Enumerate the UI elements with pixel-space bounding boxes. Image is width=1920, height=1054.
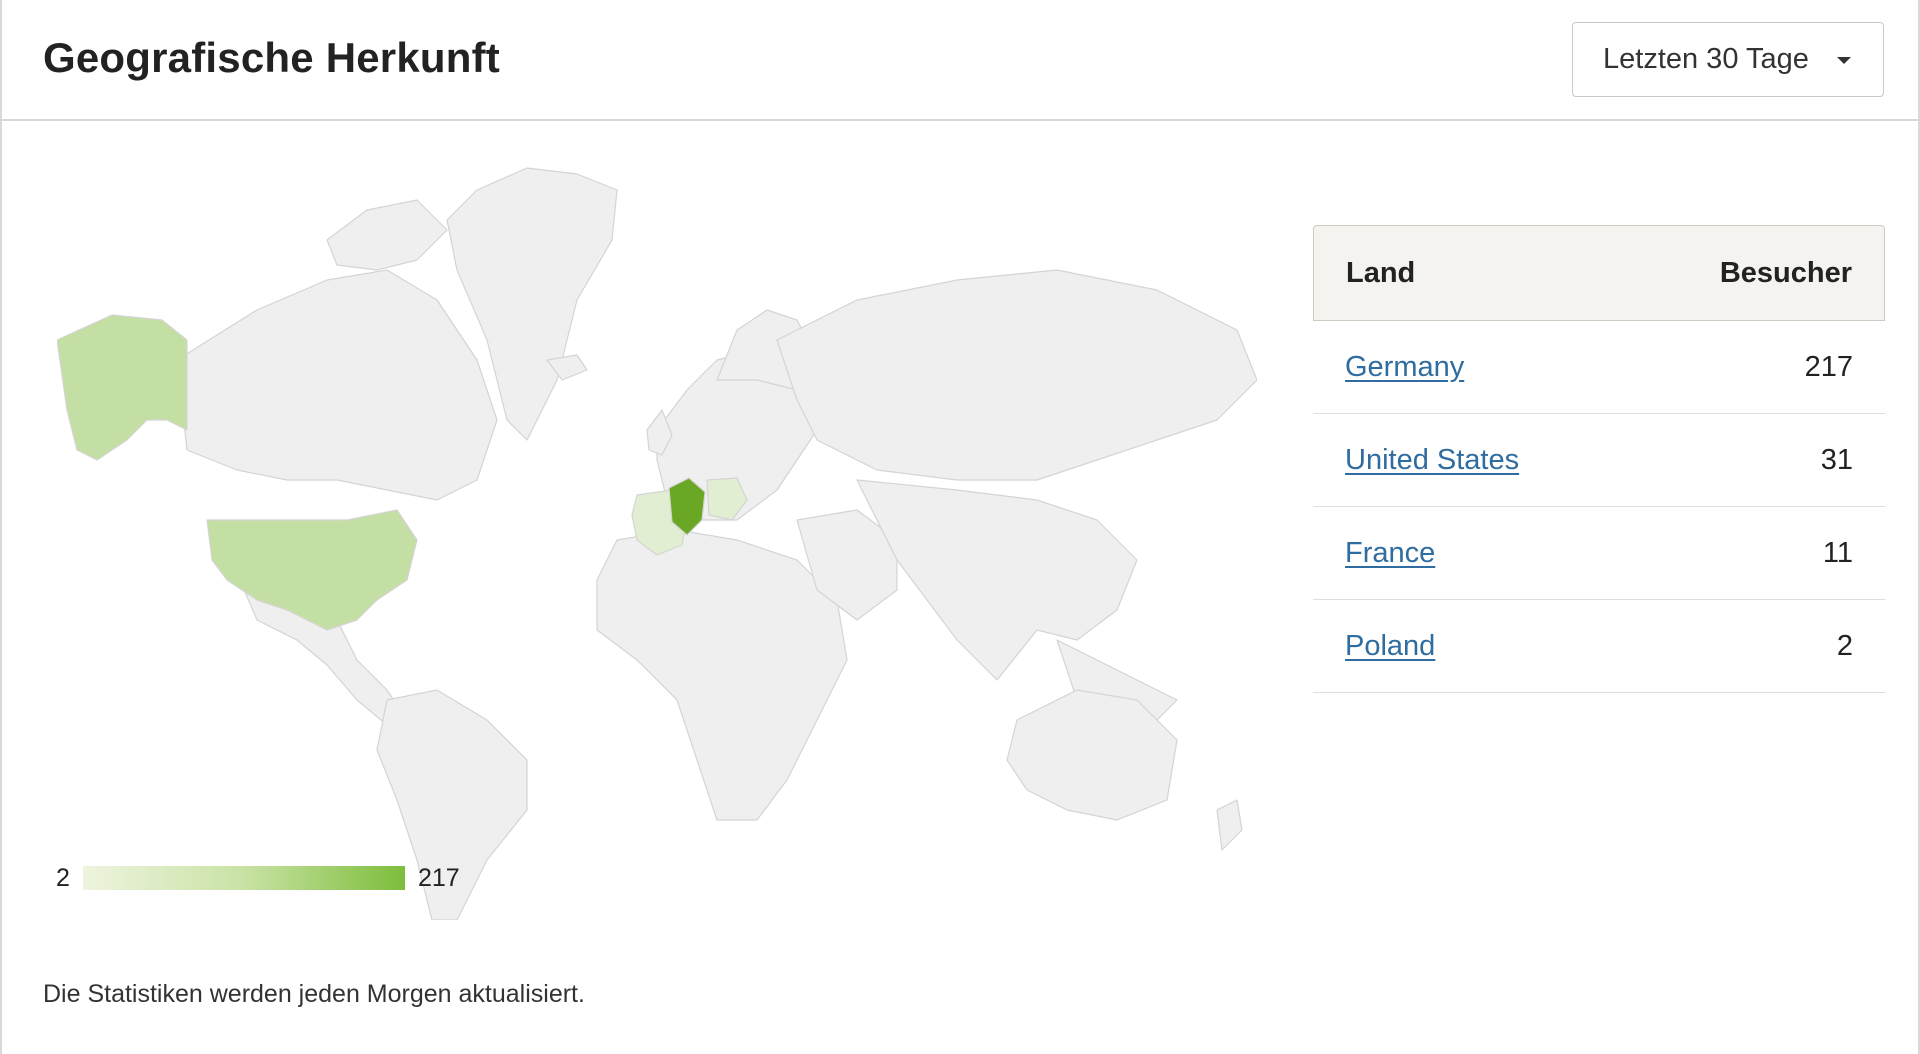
land-africa — [596, 529, 848, 821]
visitor-count: 11 — [1822, 536, 1853, 569]
country-table: Land Besucher Germany 217 United States … — [1313, 225, 1885, 693]
date-range-dropdown[interactable]: Letzten 30 Tage — [1572, 22, 1884, 97]
caret-down-icon — [1837, 57, 1851, 64]
geo-origin-panel: Geografische Herkunft Letzten 30 Tage 2 … — [0, 0, 1920, 1054]
country-united-states[interactable] — [206, 509, 418, 631]
table-row: Poland 2 — [1313, 600, 1885, 693]
country-link-france[interactable]: France — [1345, 537, 1435, 570]
page-title: Geografische Herkunft — [43, 34, 500, 81]
color-legend: 2 217 — [56, 862, 476, 894]
table-header: Land Besucher — [1313, 225, 1885, 321]
legend-min-value: 2 — [56, 864, 70, 892]
country-alaska[interactable] — [57, 314, 188, 461]
table-row: Germany 217 — [1313, 321, 1885, 414]
legend-gradient-bar — [83, 866, 405, 890]
country-link-poland[interactable]: Poland — [1345, 630, 1435, 663]
world-map-svg[interactable] — [57, 160, 1257, 920]
table-row: France 11 — [1313, 507, 1885, 600]
land-arctic-islands — [326, 199, 448, 271]
world-map[interactable] — [57, 160, 1257, 920]
panel-header: Geografische Herkunft Letzten 30 Tage — [2, 0, 1918, 121]
column-header-country: Land — [1346, 256, 1416, 289]
country-link-germany[interactable]: Germany — [1345, 351, 1464, 384]
land-canada — [176, 269, 498, 501]
table-row: United States 31 — [1313, 414, 1885, 507]
land-new-zealand — [1216, 799, 1243, 851]
date-range-selected: Letzten 30 Tage — [1603, 43, 1809, 75]
land-russia — [776, 269, 1257, 481]
legend-max-value: 217 — [418, 864, 460, 892]
visitor-count: 2 — [1836, 629, 1853, 662]
column-header-visitors: Besucher — [1719, 256, 1852, 289]
update-note: Die Statistiken werden jeden Morgen aktu… — [43, 980, 585, 1008]
visitor-count: 31 — [1820, 443, 1853, 476]
visitor-count: 217 — [1804, 350, 1853, 383]
country-link-united-states[interactable]: United States — [1345, 444, 1519, 477]
land-asia-south — [856, 479, 1138, 681]
